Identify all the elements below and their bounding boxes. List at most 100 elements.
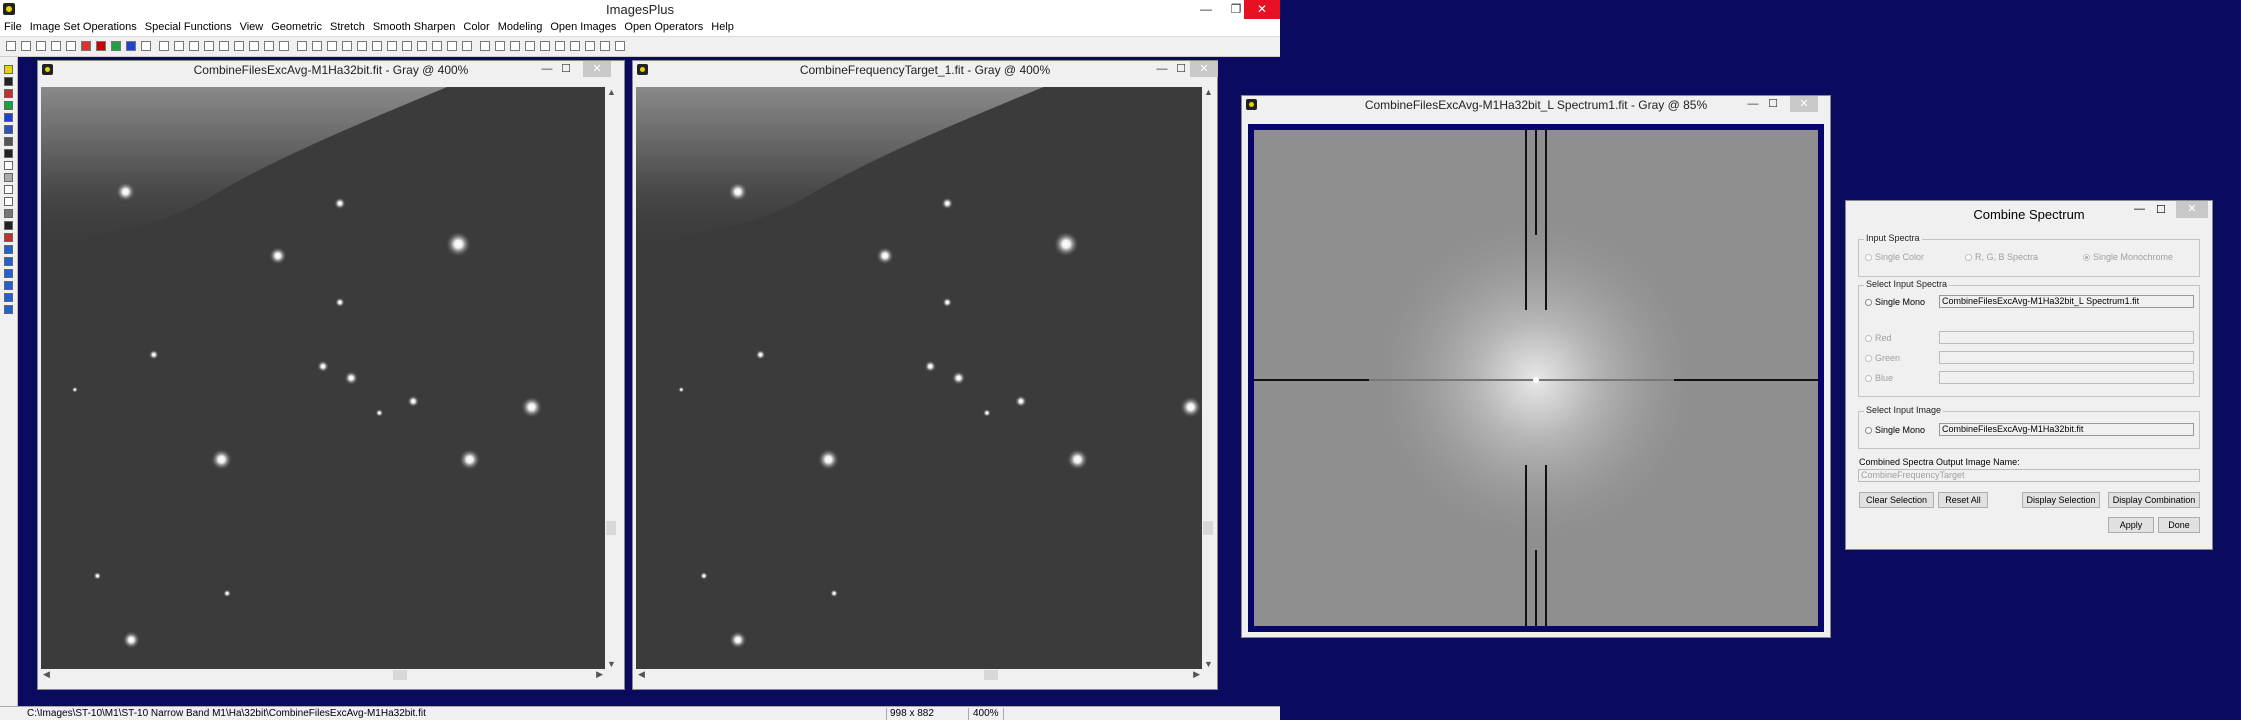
- toolbar-tool-icon[interactable]: [51, 41, 61, 51]
- toolbar-tool-icon[interactable]: [219, 41, 229, 51]
- window-title-bar[interactable]: CombineFilesExcAvg-M1Ha32bit_L Spectrum1…: [1242, 96, 1830, 113]
- output-name-field[interactable]: CombineFrequencyTarget: [1858, 469, 2200, 482]
- toolbar-tool-icon[interactable]: [495, 41, 505, 51]
- tool-icon[interactable]: [4, 209, 13, 218]
- spectrum-canvas[interactable]: [1254, 130, 1818, 626]
- toolbar-tool-icon[interactable]: [96, 41, 106, 51]
- toolbar-tool-icon[interactable]: [480, 41, 490, 51]
- toolbar-tool-icon[interactable]: [600, 41, 610, 51]
- maximize-button[interactable]: ☐: [2156, 203, 2166, 216]
- combine-spectrum-dialog[interactable]: Combine Spectrum — ☐ ✕ Input Spectra Sin…: [1845, 200, 2213, 550]
- maximize-button[interactable]: ☐: [1763, 96, 1783, 112]
- tool-icon[interactable]: [4, 173, 13, 182]
- toolbar-tool-icon[interactable]: [417, 41, 427, 51]
- minimize-button[interactable]: —: [537, 61, 557, 77]
- toolbar-tool-icon[interactable]: [81, 41, 91, 51]
- tool-icon[interactable]: [4, 221, 13, 230]
- scroll-thumb[interactable]: [984, 670, 998, 680]
- tool-icon[interactable]: [4, 101, 13, 110]
- toolbar-tool-icon[interactable]: [21, 41, 31, 51]
- toolbar-tool-icon[interactable]: [297, 41, 307, 51]
- toolbar-tool-icon[interactable]: [510, 41, 520, 51]
- toolbar-tool-icon[interactable]: [174, 41, 184, 51]
- toolbar-tool-icon[interactable]: [204, 41, 214, 51]
- single-mono-image-field[interactable]: CombineFilesExcAvg-M1Ha32bit.fit: [1939, 423, 2194, 436]
- vertical-scrollbar[interactable]: ▲ ▼: [605, 87, 617, 669]
- scroll-up-icon[interactable]: ▲: [1204, 87, 1213, 97]
- image-canvas[interactable]: [41, 87, 605, 669]
- menu-help[interactable]: Help: [707, 19, 738, 36]
- tool-icon[interactable]: [4, 113, 13, 122]
- close-button[interactable]: ✕: [583, 61, 611, 77]
- radio-single-mono-image[interactable]: [1865, 427, 1872, 434]
- tool-icon[interactable]: [4, 185, 13, 194]
- clear-selection-button[interactable]: Clear Selection: [1859, 492, 1934, 508]
- horizontal-scrollbar[interactable]: ◀ ▶: [636, 669, 1202, 681]
- scroll-thumb[interactable]: [1203, 521, 1213, 535]
- menu-geometric[interactable]: Geometric: [267, 19, 326, 36]
- image-window-middle[interactable]: CombineFrequencyTarget_1.fit - Gray @ 40…: [632, 60, 1218, 690]
- toolbar-tool-icon[interactable]: [432, 41, 442, 51]
- toolbar-tool-icon[interactable]: [141, 41, 151, 51]
- toolbar-tool-icon[interactable]: [447, 41, 457, 51]
- toolbar-tool-icon[interactable]: [36, 41, 46, 51]
- image-canvas[interactable]: [636, 87, 1202, 669]
- menu-smooth-sharpen[interactable]: Smooth Sharpen: [369, 19, 460, 36]
- tool-icon[interactable]: [4, 293, 13, 302]
- menu-open-operators[interactable]: Open Operators: [620, 19, 707, 36]
- close-button[interactable]: ✕: [2176, 201, 2208, 218]
- scroll-up-icon[interactable]: ▲: [607, 87, 616, 97]
- toolbar-tool-icon[interactable]: [6, 41, 16, 51]
- apply-button[interactable]: Apply: [2108, 517, 2154, 533]
- toolbar-tool-icon[interactable]: [342, 41, 352, 51]
- menu-file[interactable]: File: [0, 19, 26, 36]
- toolbar-tool-icon[interactable]: [159, 41, 169, 51]
- menu-image-set-operations[interactable]: Image Set Operations: [26, 19, 141, 36]
- tool-icon[interactable]: [4, 89, 13, 98]
- tool-icon[interactable]: [4, 149, 13, 158]
- done-button[interactable]: Done: [2158, 517, 2200, 533]
- close-button[interactable]: ✕: [1244, 0, 1280, 19]
- toolbar-tool-icon[interactable]: [372, 41, 382, 51]
- menu-color[interactable]: Color: [459, 19, 493, 36]
- image-window-left-frame[interactable]: CombineFilesExcAvg-M1Ha32bit.fit - Gray …: [37, 60, 625, 690]
- menu-open-images[interactable]: Open Images: [546, 19, 620, 36]
- toolbar-tool-icon[interactable]: [357, 41, 367, 51]
- tool-icon[interactable]: [4, 233, 13, 242]
- close-button[interactable]: ✕: [1790, 96, 1818, 112]
- menu-stretch[interactable]: Stretch: [326, 19, 369, 36]
- toolbar-tool-icon[interactable]: [570, 41, 580, 51]
- scroll-left-icon[interactable]: ◀: [43, 669, 50, 680]
- toolbar-tool-icon[interactable]: [327, 41, 337, 51]
- radio-rgb-spectra[interactable]: [1965, 254, 1972, 261]
- reset-all-button[interactable]: Reset All: [1938, 492, 1988, 508]
- radio-single-mono[interactable]: [1865, 299, 1872, 306]
- tool-icon[interactable]: [4, 197, 13, 206]
- tool-icon[interactable]: [4, 137, 13, 146]
- toolbar-tool-icon[interactable]: [264, 41, 274, 51]
- scroll-down-icon[interactable]: ▼: [1204, 659, 1213, 669]
- close-button[interactable]: ✕: [1190, 61, 1218, 77]
- red-spectra-field[interactable]: [1939, 331, 2194, 344]
- radio-red[interactable]: [1865, 335, 1872, 342]
- window-title-bar[interactable]: CombineFrequencyTarget_1.fit - Gray @ 40…: [633, 61, 1218, 78]
- toolbar-tool-icon[interactable]: [189, 41, 199, 51]
- toolbar-tool-icon[interactable]: [234, 41, 244, 51]
- maximize-button[interactable]: ☐: [1171, 61, 1191, 77]
- display-combination-button[interactable]: Display Combination: [2108, 492, 2200, 508]
- radio-single-monochrome[interactable]: [2083, 254, 2090, 261]
- spectrum-window[interactable]: CombineFilesExcAvg-M1Ha32bit_L Spectrum1…: [1241, 95, 1831, 638]
- scroll-right-icon[interactable]: ▶: [1193, 669, 1200, 680]
- toolbar-tool-icon[interactable]: [387, 41, 397, 51]
- menu-modeling[interactable]: Modeling: [494, 19, 547, 36]
- toolbar-tool-icon[interactable]: [585, 41, 595, 51]
- green-spectra-field[interactable]: [1939, 351, 2194, 364]
- tool-icon[interactable]: [4, 125, 13, 134]
- minimize-button[interactable]: —: [1152, 61, 1172, 77]
- toolbar-tool-icon[interactable]: [111, 41, 121, 51]
- scroll-down-icon[interactable]: ▼: [607, 659, 616, 669]
- blue-spectra-field[interactable]: [1939, 371, 2194, 384]
- toolbar-tool-icon[interactable]: [312, 41, 322, 51]
- minimize-button[interactable]: —: [1743, 96, 1763, 112]
- horizontal-scrollbar[interactable]: ◀ ▶: [41, 669, 605, 681]
